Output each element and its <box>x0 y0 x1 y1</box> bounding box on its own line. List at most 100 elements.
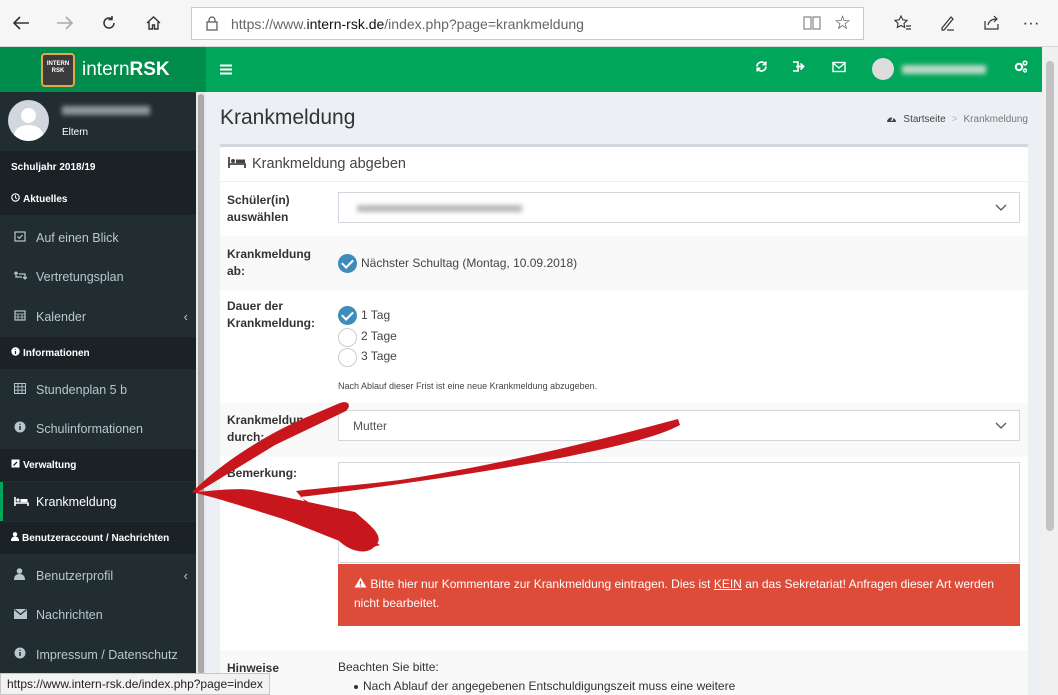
user-panel-name <box>62 106 150 115</box>
breadcrumb: Startseite > Krankmeldung <box>886 113 1028 126</box>
sidebar-item-auf-einen-blick[interactable]: Auf einen Blick <box>0 218 196 257</box>
schueler-label: Schüler(in) auswählen <box>227 193 290 224</box>
dauer-option-3-label: 3 Tage <box>361 349 397 363</box>
chevron-down-icon <box>995 419 1007 433</box>
dashboard-icon <box>886 113 897 126</box>
gears-icon[interactable] <box>1014 60 1028 76</box>
bemerkung-label: Bemerkung: <box>227 466 298 480</box>
sidebar-scrollbar-thumb[interactable] <box>198 94 204 674</box>
menu-toggle-icon[interactable] <box>220 60 232 80</box>
forward-arrow-icon[interactable] <box>50 8 80 38</box>
durch-row: Krankmeldung durch: Mutter <box>220 403 1028 457</box>
dauer-option-2-label: 2 Tage <box>361 329 397 343</box>
url-text: https://www.intern-rsk.de/index.php?page… <box>231 15 584 32</box>
more-options-icon[interactable]: ··· <box>1016 8 1046 38</box>
clock-icon <box>11 193 20 205</box>
reading-view-icon[interactable] <box>803 15 821 34</box>
chevron-down-icon <box>995 201 1007 215</box>
pen-note-icon[interactable] <box>932 8 962 38</box>
bed-icon <box>228 156 246 172</box>
sidebar-item-nachrichten[interactable]: Nachrichten <box>0 595 196 634</box>
back-arrow-icon[interactable] <box>6 8 36 38</box>
breadcrumb-home[interactable]: Startseite <box>903 114 945 125</box>
table-icon <box>14 382 36 397</box>
sidebar-header-informationen: Informationen <box>0 337 196 369</box>
favorite-star-icon[interactable]: ☆ <box>834 12 851 35</box>
user-avatar <box>8 100 49 141</box>
sidebar-item-schulinformationen[interactable]: Schulinformationen <box>0 409 196 448</box>
info-circle-icon <box>14 421 36 436</box>
logout-icon[interactable] <box>792 60 805 76</box>
bed-icon <box>14 495 36 509</box>
sidebar-item-krankmeldung[interactable]: Krankmeldung <box>0 482 196 521</box>
hinweise-row: Hinweise Beachten Sie bitte: Nach Ablauf… <box>220 650 1028 695</box>
info-circle-icon <box>11 347 20 359</box>
retweet-icon <box>13 270 36 284</box>
sidebar-header-aktuelles: Aktuelles <box>0 183 196 215</box>
browser-toolbar: https://www.intern-rsk.de/index.php?page… <box>0 0 1058 47</box>
page-scrollbar-thumb[interactable] <box>1046 61 1054 531</box>
krankmeldung-box: Krankmeldung abgeben Schüler(in) auswähle… <box>220 144 1028 695</box>
ab-option-label: Nächster Schultag (Montag, 10.09.2018) <box>361 256 578 270</box>
sidebar-item-benutzerprofil[interactable]: Benutzerprofil ‹ <box>0 556 196 595</box>
user-name[interactable] <box>902 65 986 74</box>
sidebar-school-year: Schuljahr 2018/19 <box>0 151 196 183</box>
breadcrumb-separator: > <box>951 114 958 125</box>
schueler-select-value <box>357 205 522 212</box>
home-icon[interactable] <box>138 8 168 38</box>
envelope-icon <box>14 608 36 622</box>
dauer-hint: Nach Ablauf dieser Frist ist eine neue K… <box>338 381 598 391</box>
ab-checkbox[interactable] <box>338 254 357 273</box>
calendar-icon <box>14 309 36 324</box>
favorites-list-icon[interactable] <box>888 8 918 38</box>
schueler-row: Schüler(in) auswählen <box>220 182 1028 236</box>
user-avatar[interactable] <box>872 58 894 80</box>
ab-label: Krankmeldung ab: <box>227 247 312 278</box>
sidebar-item-kalender[interactable]: Kalender ‹ <box>0 297 196 336</box>
lock-icon[interactable] <box>206 16 218 34</box>
dauer-row: Dauer der Krankmeldung: 1 Tag 2 Tage 3 Ta… <box>220 290 1028 403</box>
chevron-left-icon: ‹ <box>183 568 188 583</box>
refresh-icon[interactable] <box>94 8 124 38</box>
hinweise-item: Nach Ablauf der angegebenen Entschuldigu… <box>363 679 736 693</box>
sidebar-item-impressum[interactable]: Impressum / Datenschutz <box>0 635 196 674</box>
address-bar[interactable]: https://www.intern-rsk.de/index.php?page… <box>191 7 864 40</box>
user-icon <box>11 532 19 544</box>
top-navbar <box>206 47 1042 92</box>
warning-icon <box>354 577 370 591</box>
share-icon[interactable] <box>976 8 1006 38</box>
user-role: Eltern <box>62 127 89 138</box>
logo-badge-icon: INTERN RSK <box>41 52 75 87</box>
breadcrumb-current: Krankmeldung <box>963 114 1028 125</box>
dauer-option-1-radio[interactable] <box>338 306 357 325</box>
bemerkung-textarea[interactable] <box>338 462 1020 563</box>
durch-select[interactable]: Mutter <box>338 410 1020 441</box>
ab-row: Krankmeldung ab: Nächster Schultag (Monta… <box>220 236 1028 290</box>
durch-label: Krankmeldung durch: <box>227 413 312 444</box>
sidebar-item-vertretungsplan[interactable]: Vertretungsplan <box>0 257 196 296</box>
status-bar-url: https://www.intern-rsk.de/index.php?page… <box>0 673 270 695</box>
sidebar-item-stundenplan[interactable]: Stundenplan 5 b <box>0 370 196 409</box>
durch-select-value: Mutter <box>353 419 388 433</box>
refresh-icon[interactable] <box>755 60 768 76</box>
info-circle-icon <box>14 647 36 662</box>
logo-text: internRSK <box>82 58 170 80</box>
chevron-left-icon: ‹ <box>183 309 188 324</box>
bemerkung-row: Bemerkung: Bitte hier nur Kommentare zur… <box>220 457 1028 650</box>
envelope-icon[interactable] <box>832 60 846 76</box>
bemerkung-alert: Bitte hier nur Kommentare zur Krankmeldu… <box>338 564 1020 626</box>
dauer-option-2-radio[interactable] <box>338 328 357 347</box>
user-icon <box>14 568 36 583</box>
calendar-check-icon <box>14 230 36 245</box>
user-panel: Eltern <box>0 92 196 150</box>
box-title: Krankmeldung abgeben <box>228 156 406 172</box>
sidebar-scrollbar[interactable] <box>196 92 206 695</box>
sidebar: Eltern Schuljahr 2018/19 Aktuelles Auf e… <box>0 92 196 695</box>
app-logo[interactable]: INTERN RSK internRSK <box>0 47 206 92</box>
page-title: Krankmeldung <box>220 106 356 129</box>
sidebar-header-benutzeraccount: Benutzeraccount / Nachrichten <box>0 522 196 554</box>
dauer-option-3-radio[interactable] <box>338 348 357 367</box>
page-scrollbar[interactable] <box>1042 47 1058 695</box>
schueler-select[interactable] <box>338 192 1020 223</box>
dauer-label: Dauer der Krankmeldung: <box>227 299 316 330</box>
